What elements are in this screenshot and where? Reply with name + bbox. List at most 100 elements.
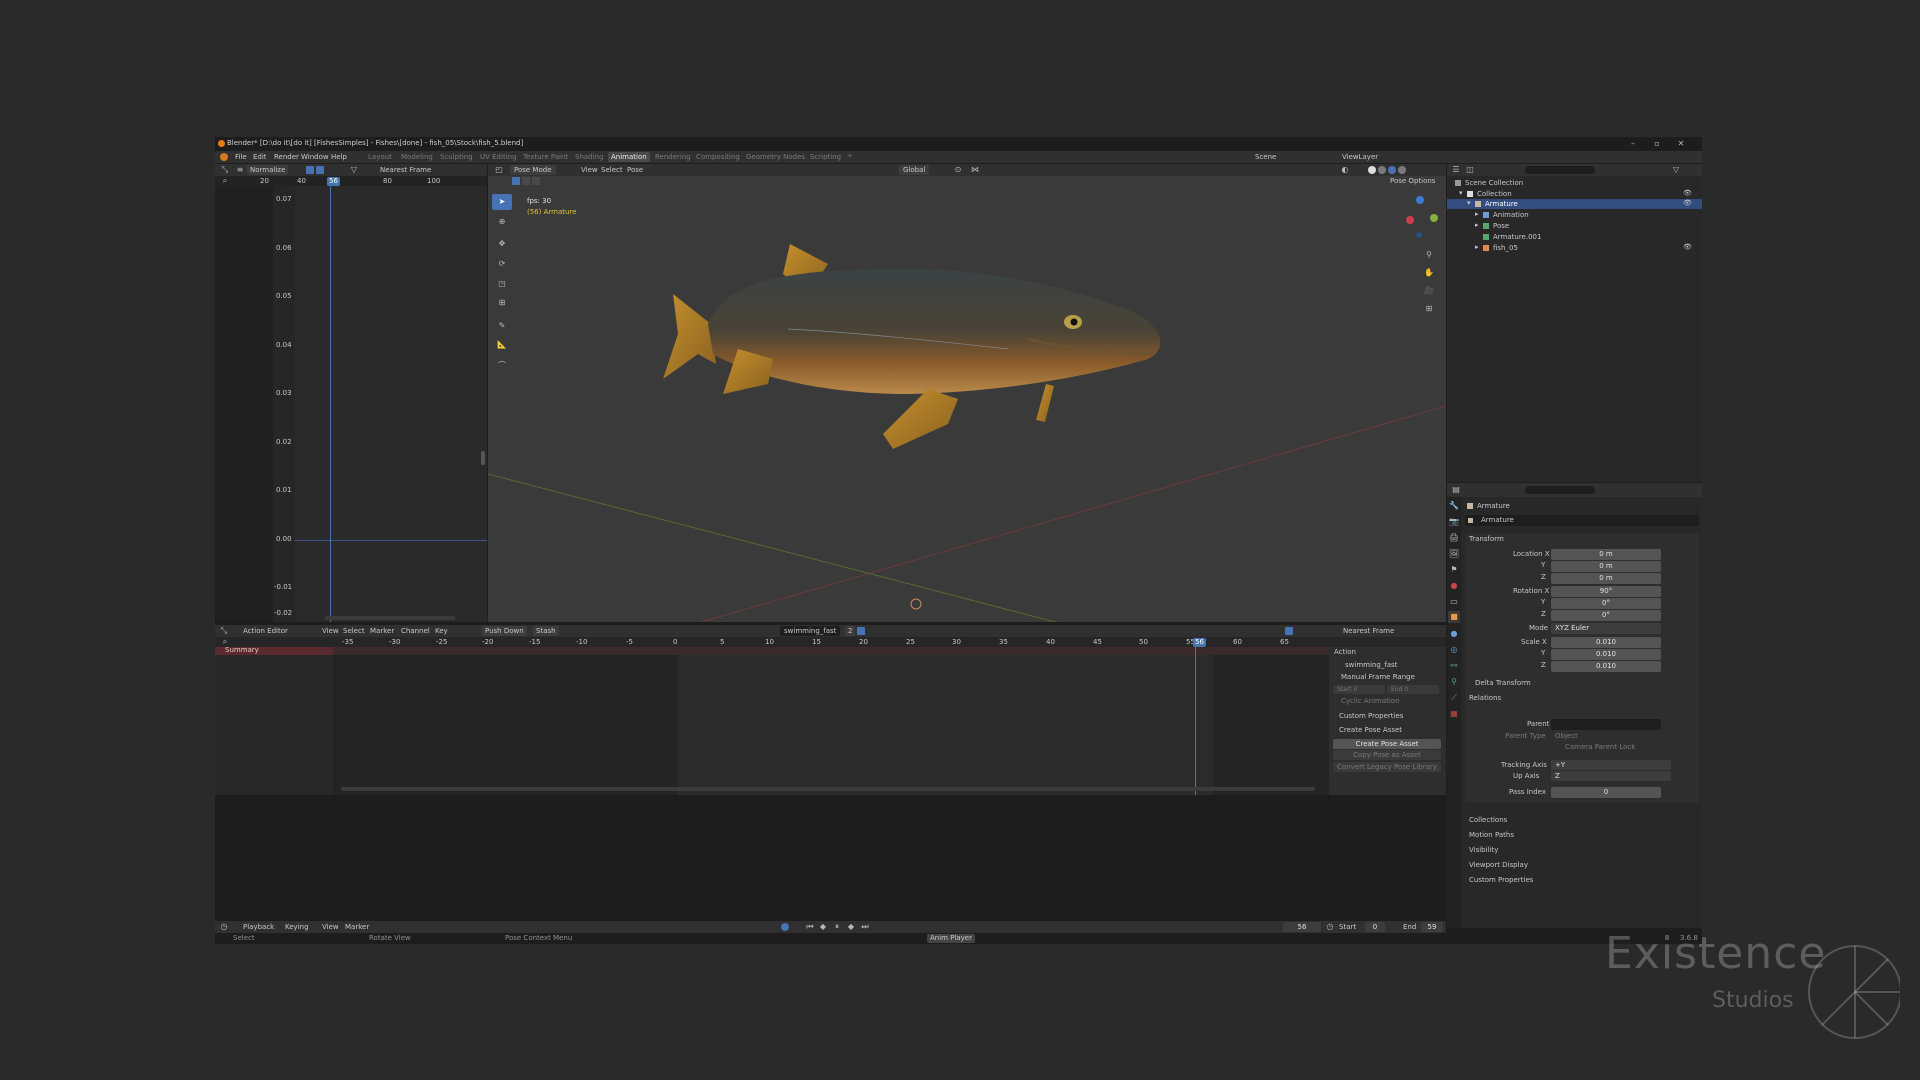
render-tab-icon[interactable]: 📷 bbox=[1449, 517, 1459, 527]
tab-compositing[interactable]: Compositing bbox=[696, 154, 740, 161]
custom-properties-header[interactable]: Custom Properties bbox=[1339, 713, 1403, 720]
minimize-icon[interactable]: – bbox=[1628, 139, 1638, 149]
timeline-type-icon[interactable]: ◷ bbox=[219, 922, 229, 932]
visibility-eye-icon[interactable]: 👁 bbox=[1683, 190, 1692, 197]
tab-shading[interactable]: Shading bbox=[575, 154, 603, 161]
tab-scripting[interactable]: Scripting bbox=[810, 154, 841, 161]
tab-layout[interactable]: Layout bbox=[368, 154, 392, 161]
world-tab-icon[interactable]: ● bbox=[1449, 581, 1459, 591]
view-layer-selector[interactable]: ViewLayer bbox=[1342, 154, 1378, 161]
convert-legacy-pose-library-button[interactable]: Convert Legacy Pose Library bbox=[1333, 762, 1441, 772]
timeline-menu-playback[interactable]: Playback bbox=[243, 924, 274, 931]
manual-frame-range-checkbox[interactable]: Manual Frame Range bbox=[1341, 674, 1415, 681]
timeline-menu-marker[interactable]: Marker bbox=[345, 924, 369, 931]
tab-sculpting[interactable]: Sculpting bbox=[440, 154, 473, 161]
constraint-tab-icon[interactable]: ⚯ bbox=[1449, 661, 1459, 671]
rotation-mode-select[interactable]: XYZ Euler bbox=[1551, 623, 1661, 634]
timeline-menu-keying[interactable]: Keying bbox=[285, 924, 309, 931]
delta-transform-header[interactable]: Delta Transform bbox=[1475, 680, 1531, 687]
auto-keying-icon[interactable] bbox=[781, 923, 789, 931]
outliner-row[interactable]: Armature.001 bbox=[1447, 232, 1702, 242]
action-current-frame[interactable]: 56 bbox=[1193, 638, 1206, 647]
visibility-panel-header[interactable]: Visibility bbox=[1469, 847, 1498, 854]
modifier-tab-icon[interactable]: ● bbox=[1449, 629, 1459, 639]
graph-playhead[interactable] bbox=[330, 186, 331, 622]
viewport-display-panel-header[interactable]: Viewport Display bbox=[1469, 862, 1528, 869]
graph-frame-ruler[interactable]: ⌕ 20 40 56 80 100 bbox=[215, 176, 487, 186]
outliner-row[interactable]: ▸ Animation bbox=[1447, 210, 1702, 220]
scale-x-field[interactable]: 0.010 bbox=[1551, 637, 1661, 648]
expand-icon[interactable]: ▾ bbox=[1467, 200, 1471, 207]
location-z-field[interactable]: 0 m bbox=[1551, 573, 1661, 584]
action-menu-marker[interactable]: Marker bbox=[370, 628, 394, 635]
tab-texture-paint[interactable]: Texture Paint bbox=[523, 154, 568, 161]
prev-keyframe-icon[interactable]: ◆ bbox=[818, 922, 828, 932]
close-icon[interactable]: ✕ bbox=[1676, 139, 1686, 149]
tab-rendering[interactable]: Rendering bbox=[655, 154, 691, 161]
tool-tab-icon[interactable]: 🔧 bbox=[1449, 501, 1459, 511]
scene-selector[interactable]: Scene bbox=[1255, 154, 1276, 161]
outliner-search-input[interactable] bbox=[1525, 166, 1595, 174]
menu-file[interactable]: File bbox=[235, 154, 247, 161]
expand-icon[interactable]: ▸ bbox=[1475, 244, 1479, 251]
action-playhead[interactable] bbox=[1195, 647, 1196, 795]
action-menu-select[interactable]: Select bbox=[343, 628, 365, 635]
stash-button[interactable]: Stash bbox=[533, 626, 559, 636]
3d-viewport[interactable]: ◰ Pose Mode View Select Pose Global ⊙ ⋈ … bbox=[488, 164, 1446, 622]
menu-toggle-icon[interactable]: ≡ bbox=[235, 165, 245, 175]
start-frame-field[interactable]: 0 bbox=[1365, 922, 1385, 932]
expand-icon[interactable]: ▸ bbox=[1475, 222, 1479, 229]
collections-panel-header[interactable]: Collections bbox=[1469, 817, 1507, 824]
tab-geometry-nodes[interactable]: Geometry Nodes bbox=[746, 154, 805, 161]
create-pose-asset-button[interactable]: Create Pose Asset bbox=[1333, 739, 1441, 749]
jump-end-icon[interactable]: ⏭ bbox=[860, 922, 870, 932]
physics-tab-icon[interactable]: ◎ bbox=[1449, 645, 1459, 655]
visibility-eye-icon[interactable]: 👁 bbox=[1683, 244, 1692, 251]
action-users-count[interactable]: 2 bbox=[845, 626, 856, 636]
relations-header[interactable]: Relations bbox=[1469, 695, 1501, 702]
parent-field[interactable] bbox=[1551, 719, 1661, 730]
outliner-type-icon[interactable]: ☰ bbox=[1451, 165, 1461, 175]
timeline-menu-view[interactable]: View bbox=[322, 924, 339, 931]
editor-type-icon[interactable]: ⤡ bbox=[219, 165, 231, 175]
filter-icon[interactable]: ▽ bbox=[349, 165, 359, 175]
end-frame-field[interactable]: 59 bbox=[1421, 922, 1443, 932]
blender-menu-icon[interactable] bbox=[220, 153, 228, 161]
dopesheet-type-icon[interactable]: ⤡ bbox=[219, 626, 229, 636]
only-selected-toggle-icon[interactable] bbox=[1285, 627, 1293, 635]
custom-properties-panel-header[interactable]: Custom Properties bbox=[1469, 877, 1533, 884]
tab-uv-editing[interactable]: UV Editing bbox=[480, 154, 517, 161]
action-menu-view[interactable]: View bbox=[322, 628, 339, 635]
tab-animation[interactable]: Animation bbox=[608, 152, 650, 162]
action-start-field[interactable]: Start 0 bbox=[1333, 685, 1385, 694]
menu-edit[interactable]: Edit bbox=[253, 154, 267, 161]
output-tab-icon[interactable]: 🖨 bbox=[1449, 533, 1459, 543]
visibility-eye-icon[interactable]: 👁 bbox=[1683, 200, 1692, 207]
action-end-field[interactable]: End 0 bbox=[1387, 685, 1439, 694]
action-menu-channel[interactable]: Channel bbox=[401, 628, 430, 635]
search-icon[interactable]: ⌕ bbox=[220, 176, 230, 186]
push-down-button[interactable]: Push Down bbox=[482, 626, 527, 636]
expand-icon[interactable]: ▾ bbox=[1459, 190, 1463, 197]
cyclic-animation-checkbox[interactable]: Cyclic Animation bbox=[1341, 698, 1400, 705]
outliner-row[interactable]: ▸ fish_05 👁 bbox=[1447, 243, 1702, 253]
graph-h-scrollbar[interactable] bbox=[325, 616, 455, 620]
scale-z-field[interactable]: 0.010 bbox=[1551, 661, 1661, 672]
fake-user-icon[interactable] bbox=[857, 627, 865, 635]
next-keyframe-icon[interactable]: ◆ bbox=[846, 922, 856, 932]
properties-search-input[interactable] bbox=[1525, 486, 1595, 494]
outliner-row[interactable]: ▸ Pose bbox=[1447, 221, 1702, 231]
collection-tab-icon[interactable]: ▭ bbox=[1449, 597, 1459, 607]
show-hidden-icon[interactable] bbox=[316, 166, 324, 174]
up-axis-select[interactable]: Z bbox=[1551, 771, 1671, 781]
texture-tab-icon[interactable]: ▦ bbox=[1449, 709, 1459, 719]
outliner-filter-icon[interactable]: ▽ bbox=[1671, 165, 1681, 175]
only-selected-icon[interactable] bbox=[306, 166, 314, 174]
action-keyframe-area[interactable] bbox=[333, 647, 1329, 795]
add-workspace-icon[interactable]: + bbox=[847, 153, 853, 160]
menu-help[interactable]: Help bbox=[331, 154, 347, 161]
action-snap-select[interactable]: Nearest Frame bbox=[1343, 628, 1394, 635]
outliner-row[interactable]: ▾ Collection 👁 bbox=[1447, 189, 1702, 199]
expand-icon[interactable]: ▸ bbox=[1475, 211, 1479, 218]
object-name-field[interactable]: Armature bbox=[1465, 515, 1699, 526]
